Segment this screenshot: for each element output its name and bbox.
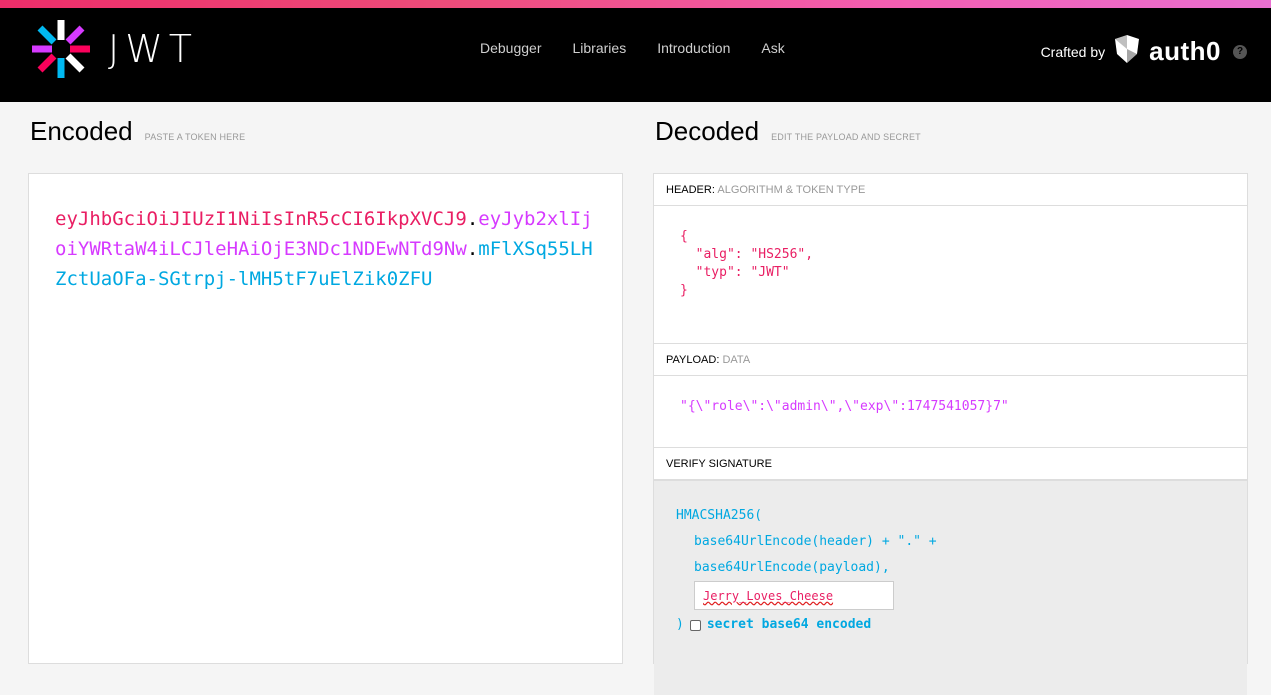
encoded-hint: PASTE A TOKEN HERE [144,132,246,142]
nav-link-introduction[interactable]: Introduction [657,40,730,56]
token-header-part: eyJhbGciOiJIUzI1NiIsInR5cCI6IkpXVCJ9 [55,208,467,230]
hmac-function-open: HMACSHA256( [676,508,763,523]
encoded-heading: Encoded PASTE A TOKEN HERE [30,116,245,147]
header-json-line: } [680,283,688,298]
secret-base64-label[interactable]: secret base64 encoded [707,612,871,638]
close-paren: ) [676,617,684,632]
payload-panel-title: PAYLOAD: DATA [654,344,1247,376]
hmac-line-header: base64UrlEncode(header) + "." + [694,534,937,549]
logo-text: JWT [108,27,198,71]
jwt-logo[interactable]: JWT [28,16,198,82]
auth0-brand: auth0 [1149,36,1221,66]
payload-json-editor[interactable]: "{\"role\":\"admin\",\"exp\":1747541057}… [654,376,1247,448]
signature-footer: ) secret base64 encoded [676,612,1225,638]
jwt-logo-icon [28,16,94,82]
header-sublabel: ALGORITHM & TOKEN TYPE [717,184,866,196]
hmac-line-payload: base64UrlEncode(payload), [694,560,890,575]
nav-link-ask[interactable]: Ask [761,40,784,56]
nav-link-libraries[interactable]: Libraries [573,40,627,56]
secret-base64-checkbox[interactable] [689,619,701,631]
payload-json-content: "{\"role\":\"admin\",\"exp\":1747541057}… [680,399,1009,414]
token-dot: . [466,238,479,260]
crafted-by-auth0[interactable]: Crafted by auth0 ? [1041,34,1247,69]
token-dot: . [466,208,479,230]
decoded-heading: Decoded EDIT THE PAYLOAD AND SECRET [655,116,921,147]
payload-sublabel: DATA [722,354,751,366]
header-json-line: "alg": "HS256", [680,247,814,262]
signature-panel-title: VERIFY SIGNATURE [654,448,1247,480]
nav-link-debugger[interactable]: Debugger [480,40,542,56]
crafted-by-text: Crafted by [1040,43,1106,60]
encoded-title: Encoded [30,116,133,146]
signature-label: VERIFY SIGNATURE [666,458,772,470]
decoded-panel: HEADER: ALGORITHM & TOKEN TYPE { "alg": … [653,173,1248,695]
help-icon[interactable]: ? [1233,44,1247,59]
decoded-hint: EDIT THE PAYLOAD AND SECRET [771,132,921,142]
gradient-stripe [0,0,1271,8]
secret-input[interactable]: Jerry_Loves_Cheese [694,581,894,610]
header-json-line: { [680,229,688,244]
decoded-title: Decoded [655,116,760,146]
header-json-editor[interactable]: { "alg": "HS256", "typ": "JWT" } [654,206,1247,344]
payload-label: PAYLOAD: [666,354,720,366]
header-label: HEADER: [666,184,715,196]
signature-verify-area: HMACSHA256( base64UrlEncode(header) + ".… [654,480,1247,695]
header-json-line: "typ": "JWT" [680,265,790,280]
auth0-shield-icon [1113,34,1141,69]
encoded-token-editor[interactable]: eyJhbGciOiJIUzI1NiIsInR5cCI6IkpXVCJ9.eyJ… [28,173,623,664]
top-navbar: JWT Debugger Libraries Introduction Ask … [0,0,1271,102]
header-panel-title: HEADER: ALGORITHM & TOKEN TYPE [654,174,1247,206]
main-nav: Debugger Libraries Introduction Ask [480,40,785,56]
